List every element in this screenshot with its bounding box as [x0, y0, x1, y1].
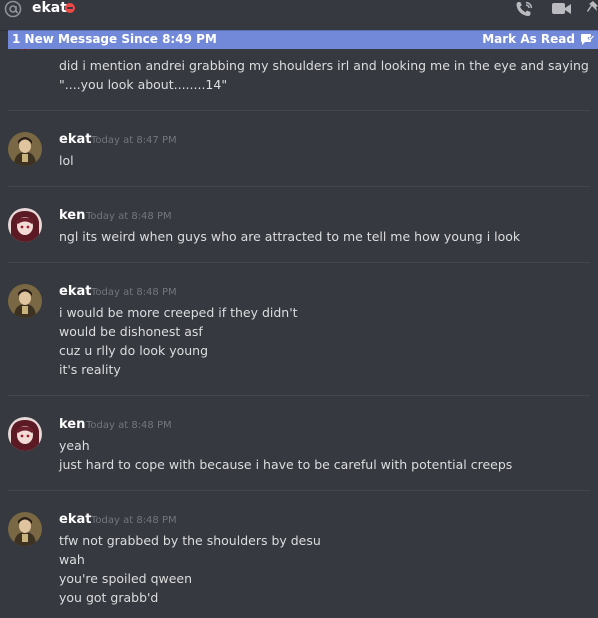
dm-window: ekat did i mention andrei grabbing my sh… — [0, 0, 598, 618]
message-divider — [8, 490, 590, 491]
dnd-status-icon — [65, 3, 75, 13]
message-line: just hard to cope with because i have to… — [59, 457, 513, 472]
avatar-ekat[interactable] — [8, 512, 42, 546]
message-divider — [8, 395, 590, 396]
message-line: yeah — [59, 438, 90, 453]
message-author[interactable]: ken — [59, 208, 85, 224]
channel-header: ekat — [0, 0, 598, 30]
message-line: ngl its weird when guys who are attracte… — [59, 229, 521, 244]
phone-call-icon[interactable] — [514, 0, 536, 18]
avatar-image — [8, 132, 42, 166]
message-timestamp: Today at 8:48 PM — [86, 420, 172, 431]
message-author[interactable]: ekat — [59, 132, 91, 148]
message-author[interactable]: ekat — [59, 512, 91, 528]
message-line: it's reality — [59, 362, 121, 377]
avatar-ekat[interactable] — [8, 284, 42, 318]
message-line: tfw not grabbed by the shoulders by desu — [59, 533, 321, 548]
at-icon — [4, 0, 22, 18]
message-timestamp: Today at 8:47 PM — [91, 135, 177, 146]
avatar-image — [8, 284, 42, 318]
message-author[interactable]: ken — [59, 417, 85, 433]
mark-as-read-button[interactable]: Mark As Read — [482, 30, 575, 49]
message-line: you got grabb'd — [59, 590, 159, 605]
message-divider — [8, 262, 590, 263]
pin-icon[interactable] — [585, 0, 598, 18]
message-line: would be dishonest asf — [59, 324, 203, 339]
message-line: you're spoiled qween — [59, 571, 193, 586]
message-author[interactable]: ekat — [59, 284, 91, 300]
message-line: wah — [59, 552, 85, 567]
video-call-icon[interactable] — [551, 0, 573, 18]
avatar-ken[interactable] — [8, 208, 42, 242]
avatar-image — [8, 417, 42, 451]
avatar-image — [8, 512, 42, 546]
message-list[interactable]: did i mention andrei grabbing my shoulde… — [0, 16, 598, 618]
mark-read-icon[interactable] — [580, 33, 594, 46]
message-line: i would be more creeped if they didn't — [59, 305, 298, 320]
message-line: cuz u rlly do look young — [59, 343, 209, 358]
message-line: lol — [59, 153, 74, 168]
message-divider — [8, 186, 590, 187]
new-messages-label[interactable]: 1 New Message Since 8:49 PM — [12, 30, 217, 49]
message-timestamp: Today at 8:48 PM — [91, 287, 177, 298]
message-timestamp: Today at 8:48 PM — [91, 515, 177, 526]
message-line: did i mention andrei grabbing my shoulde… — [59, 58, 589, 73]
message-line: "....you look about........14" — [59, 77, 228, 92]
message-divider — [8, 110, 590, 111]
avatar-ekat[interactable] — [8, 132, 42, 166]
message-timestamp: Today at 8:48 PM — [86, 211, 172, 222]
new-messages-bar[interactable]: 1 New Message Since 8:49 PM Mark As Read — [8, 30, 598, 49]
avatar-ken[interactable] — [8, 417, 42, 451]
channel-name: ekat — [32, 0, 67, 16]
avatar-image — [8, 208, 42, 242]
